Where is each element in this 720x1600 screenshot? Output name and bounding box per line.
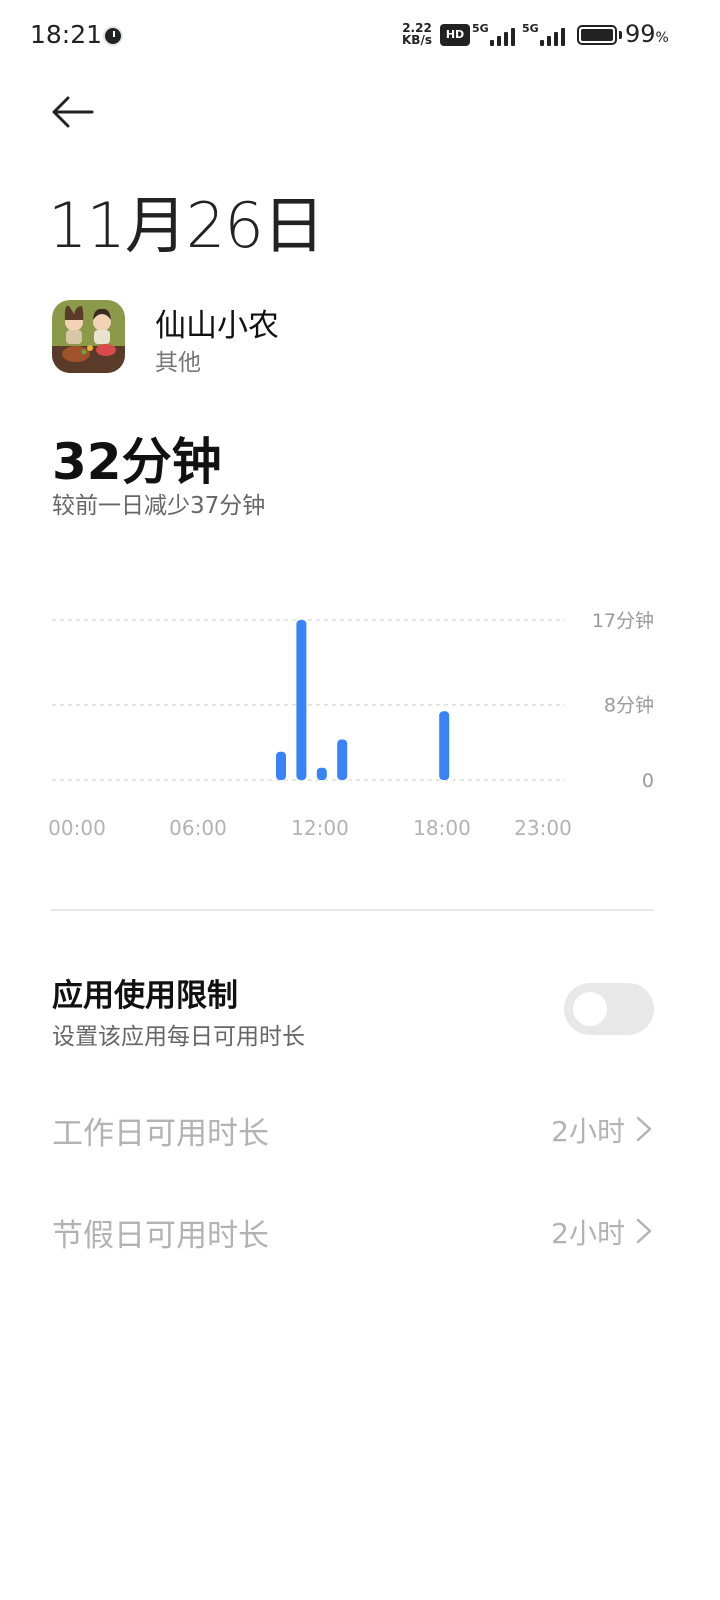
setting-value: 2小时: [551, 1217, 625, 1250]
usage-limit-toggle[interactable]: [564, 983, 654, 1035]
chart-x-tick-label: 18:00: [413, 816, 471, 840]
battery-percentage: 99%: [625, 20, 669, 48]
usage-bar-chart: 17分钟 8分钟 0 00:00 06:00 12:00 18:00 23:00: [48, 610, 654, 840]
setting-label: 节假日可用时长: [52, 1218, 269, 1254]
signal-2-label: 5G: [522, 22, 539, 35]
page-title: 11月26日: [48, 189, 325, 262]
chart-bar: [439, 711, 450, 780]
limit-title: 应用使用限制: [52, 978, 238, 1014]
setting-value: 2小时: [551, 1115, 625, 1148]
chart-y-tick-label: 17分钟: [592, 610, 654, 632]
signal-5g-icon-1: 5G: [472, 22, 518, 48]
app-icon: [52, 300, 125, 373]
usage-comparison: 较前一日减少37分钟: [52, 493, 266, 519]
chart-bar: [316, 767, 327, 780]
signal-5g-icon-2: 5G: [522, 22, 568, 48]
chart-x-tick-label: 12:00: [291, 816, 349, 840]
back-arrow-icon: [52, 96, 94, 128]
divider: [51, 909, 654, 911]
chart-bar: [296, 620, 307, 780]
hd-voice-icon: HD: [440, 24, 470, 46]
chevron-right-icon: [636, 1218, 652, 1244]
workday-duration-row[interactable]: 工作日可用时长 2小时: [52, 1098, 655, 1158]
chart-x-tick-label: 00:00: [48, 816, 106, 840]
chart-x-tick-label: 23:00: [514, 816, 572, 840]
holiday-duration-row[interactable]: 节假日可用时长 2小时: [52, 1200, 655, 1260]
usage-total: 32分钟: [52, 433, 222, 491]
battery-icon: [577, 25, 617, 45]
clock-app-icon: [103, 26, 123, 46]
app-category: 其他: [155, 350, 201, 376]
battery-tip: [619, 31, 622, 39]
chart-bar: [337, 739, 348, 780]
chart-bar: [276, 751, 286, 780]
status-time: 18:21: [30, 20, 103, 49]
chart-y-tick-label: 8分钟: [604, 695, 654, 717]
back-button[interactable]: [48, 90, 100, 134]
toggle-knob: [573, 992, 607, 1026]
chart-y-tick-label: 0: [642, 770, 654, 792]
signal-1-label: 5G: [472, 22, 489, 35]
chart-x-tick-label: 06:00: [169, 816, 227, 840]
setting-label: 工作日可用时长: [52, 1116, 269, 1152]
limit-subtitle: 设置该应用每日可用时长: [52, 1024, 305, 1050]
chevron-right-icon: [636, 1116, 652, 1142]
app-name: 仙山小农: [155, 308, 279, 344]
network-speed-unit: KB/s: [402, 33, 432, 47]
network-speed: 2.22 KB/s: [402, 22, 432, 46]
